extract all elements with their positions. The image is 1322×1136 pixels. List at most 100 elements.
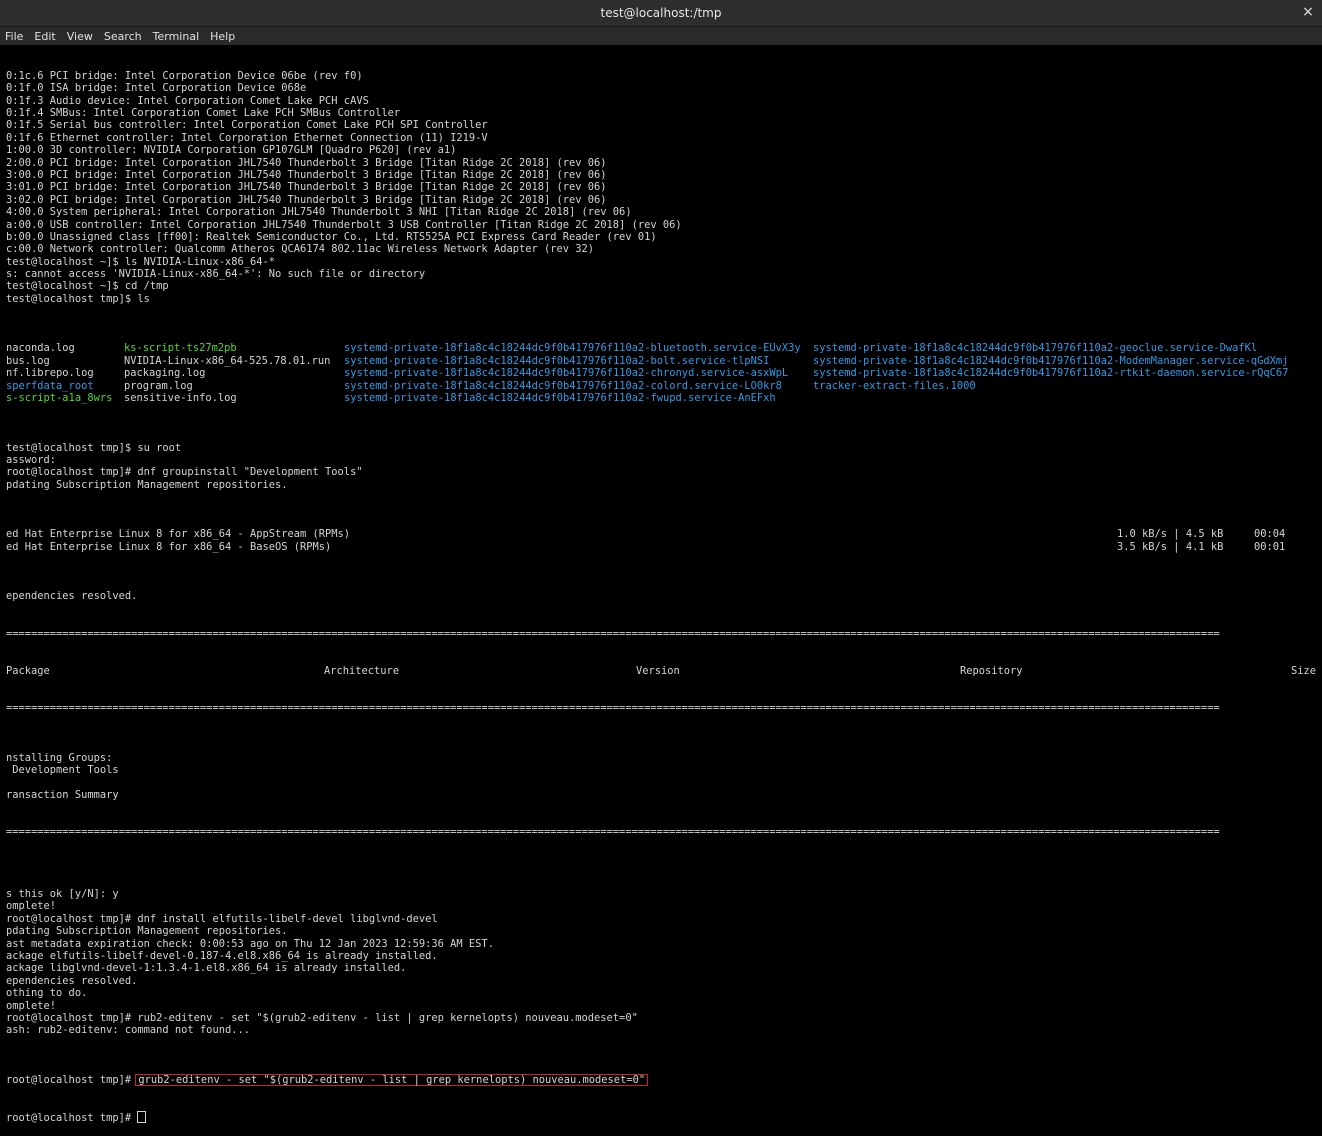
terminal-line: ackage elfutils-libelf-devel-0.187-4.el8… [6,950,1322,962]
terminal-line: ransaction Summary [6,789,1322,801]
terminal-line [6,876,1322,888]
separator-line: ========================================… [6,628,1322,640]
terminal-line: 0:1f.4 SMBus: Intel Corporation Comet La… [6,107,1322,119]
window-title: test@localhost:/tmp [600,6,721,20]
table-header: Package Architecture Version Repository … [6,665,1322,677]
terminal-line: s this ok [y/N]: y [6,888,1322,900]
ls-entry: systemd-private-18f1a8c4c18244dc9f0b4179… [344,367,813,379]
repo-line: ed Hat Enterprise Linux 8 for x86_64 - B… [6,541,1322,553]
terminal-line: 0:1f.0 ISA bridge: Intel Corporation Dev… [6,82,1322,94]
terminal-line: a:00.0 USB controller: Intel Corporation… [6,219,1322,231]
terminal-line: omplete! [6,900,1322,912]
terminal-line: 0:1f.6 Ethernet controller: Intel Corpor… [6,132,1322,144]
highlighted-command: grub2-editenv - set "$(grub2-editenv - l… [135,1074,648,1086]
ls-entry: systemd-private-18f1a8c4c18244dc9f0b4179… [344,342,813,354]
ls-entry: systemd-private-18f1a8c4c18244dc9f0b4179… [813,355,1288,367]
menu-file[interactable]: File [5,30,23,43]
ls-entry: systemd-private-18f1a8c4c18244dc9f0b4179… [344,380,813,392]
window-titlebar: test@localhost:/tmp × [0,0,1322,27]
terminal-line: 1:00.0 3D controller: NVIDIA Corporation… [6,144,1322,156]
text-cursor [137,1111,146,1123]
terminal-lines-bottom: s this ok [y/N]: yomplete!root@localhost… [6,876,1322,1037]
terminal-lines-top: 0:1c.6 PCI bridge: Intel Corporation Dev… [6,70,1322,305]
repo-name: ed Hat Enterprise Linux 8 for x86_64 - B… [6,541,331,553]
terminal-output[interactable]: 0:1c.6 PCI bridge: Intel Corporation Dev… [0,45,1322,726]
terminal-line: ast metadata expiration check: 0:00:53 a… [6,938,1322,950]
ls-entry: systemd-private-18f1a8c4c18244dc9f0b4179… [344,392,813,404]
terminal-line: 0:1f.5 Serial bus controller: Intel Corp… [6,119,1322,131]
terminal-line: pdating Subscription Management reposito… [6,479,1322,491]
repo-line: ed Hat Enterprise Linux 8 for x86_64 - A… [6,528,1322,540]
terminal-lines-install: nstalling Groups: Development Tools ransa… [6,752,1322,802]
terminal-line: 3:02.0 PCI bridge: Intel Corporation JHL… [6,194,1322,206]
ls-column-2: ks-script-ts27m2pbNVIDIA-Linux-x86_64-52… [124,342,344,404]
close-icon[interactable]: × [1300,4,1316,20]
terminal-line: 0:1f.3 Audio device: Intel Corporation C… [6,95,1322,107]
final-prompt-line[interactable]: root@localhost tmp]# [6,1111,1322,1123]
terminal-lines-mid: test@localhost tmp]$ su rootassword:root… [6,442,1322,492]
terminal-line: Development Tools [6,764,1322,776]
header-architecture: Architecture [324,665,636,677]
terminal-line: 3:01.0 PCI bridge: Intel Corporation JHL… [6,181,1322,193]
terminal-line: test@localhost ~]$ cd /tmp [6,280,1322,292]
repo-rate: 1.0 kB/s | 4.5 kB [1117,528,1223,540]
ls-entry: nf.librepo.log [6,367,124,379]
terminal-line: b:00.0 Unassigned class [ff00]: Realtek … [6,231,1322,243]
repo-rate: 3.5 kB/s | 4.1 kB [1117,541,1223,553]
menu-search[interactable]: Search [104,30,142,43]
ls-entry: tracker-extract-files.1000 [813,380,1288,392]
separator-line: ========================================… [6,702,1322,714]
terminal-line: nstalling Groups: [6,752,1322,764]
ls-output: naconda.logbus.lognf.librepo.logsperfdat… [6,342,1322,404]
terminal-line: test@localhost tmp]$ su root [6,442,1322,454]
menu-help[interactable]: Help [210,30,235,43]
terminal-line: ackage libglvnd-devel-1:1.3.4-1.el8.x86_… [6,962,1322,974]
repo-name: ed Hat Enterprise Linux 8 for x86_64 - A… [6,528,350,540]
header-size: Size [1244,665,1316,677]
terminal-line: 0:1c.6 PCI bridge: Intel Corporation Dev… [6,70,1322,82]
ls-entry: ks-script-ts27m2pb [124,342,344,354]
terminal-line: assword: [6,454,1322,466]
ls-entry: systemd-private-18f1a8c4c18244dc9f0b4179… [813,367,1288,379]
repo-time: 00:04 [1254,528,1285,540]
ls-entry: NVIDIA-Linux-x86_64-525.78.01.run [124,355,344,367]
terminal-line: root@localhost tmp]# dnf groupinstall "D… [6,466,1322,478]
ls-column-4: systemd-private-18f1a8c4c18244dc9f0b4179… [813,342,1288,404]
ls-entry: bus.log [6,355,124,367]
deps-resolved-line: ependencies resolved. [6,590,1322,602]
terminal-line: root@localhost tmp]# dnf install elfutil… [6,913,1322,925]
ls-column-1: naconda.logbus.lognf.librepo.logsperfdat… [6,342,124,404]
menu-edit[interactable]: Edit [34,30,55,43]
menu-terminal[interactable]: Terminal [153,30,200,43]
ls-entry: sensitive-info.log [124,392,344,404]
ls-entry: naconda.log [6,342,124,354]
header-repository: Repository [960,665,1244,677]
ls-column-3: systemd-private-18f1a8c4c18244dc9f0b4179… [344,342,813,404]
terminal-line: 4:00.0 System peripheral: Intel Corporat… [6,206,1322,218]
terminal-line: othing to do. [6,987,1322,999]
ls-entry: systemd-private-18f1a8c4c18244dc9f0b4179… [344,355,813,367]
ls-entry: s-script-a1a_8wrs [6,392,124,404]
menu-view[interactable]: View [67,30,93,43]
terminal-line: s: cannot access 'NVIDIA-Linux-x86_64-*'… [6,268,1322,280]
highlighted-command-line: root@localhost tmp]# grub2-editenv - set… [6,1074,1322,1086]
ls-entry: sperfdata_root [6,380,124,392]
separator-line: ========================================… [6,826,1322,838]
terminal-line: ash: rub2-editenv: command not found... [6,1024,1322,1036]
repo-time: 00:01 [1254,541,1285,553]
terminal-line: test@localhost ~]$ ls NVIDIA-Linux-x86_6… [6,256,1322,268]
terminal-line [6,776,1322,788]
prompt: root@localhost tmp]# [6,1074,137,1086]
menu-bar: File Edit View Search Terminal Help [0,27,1322,45]
terminal-line: 3:00.0 PCI bridge: Intel Corporation JHL… [6,169,1322,181]
ls-entry: packaging.log [124,367,344,379]
ls-entry: systemd-private-18f1a8c4c18244dc9f0b4179… [813,342,1288,354]
terminal-line: c:00.0 Network controller: Qualcomm Athe… [6,243,1322,255]
repo-metadata-lines: ed Hat Enterprise Linux 8 for x86_64 - A… [6,528,1322,553]
terminal-line: pdating Subscription Management reposito… [6,925,1322,937]
terminal-line: test@localhost tmp]$ ls [6,293,1322,305]
terminal-line: ependencies resolved. [6,975,1322,987]
header-package: Package [6,665,324,677]
terminal-line: 2:00.0 PCI bridge: Intel Corporation JHL… [6,157,1322,169]
header-version: Version [636,665,960,677]
